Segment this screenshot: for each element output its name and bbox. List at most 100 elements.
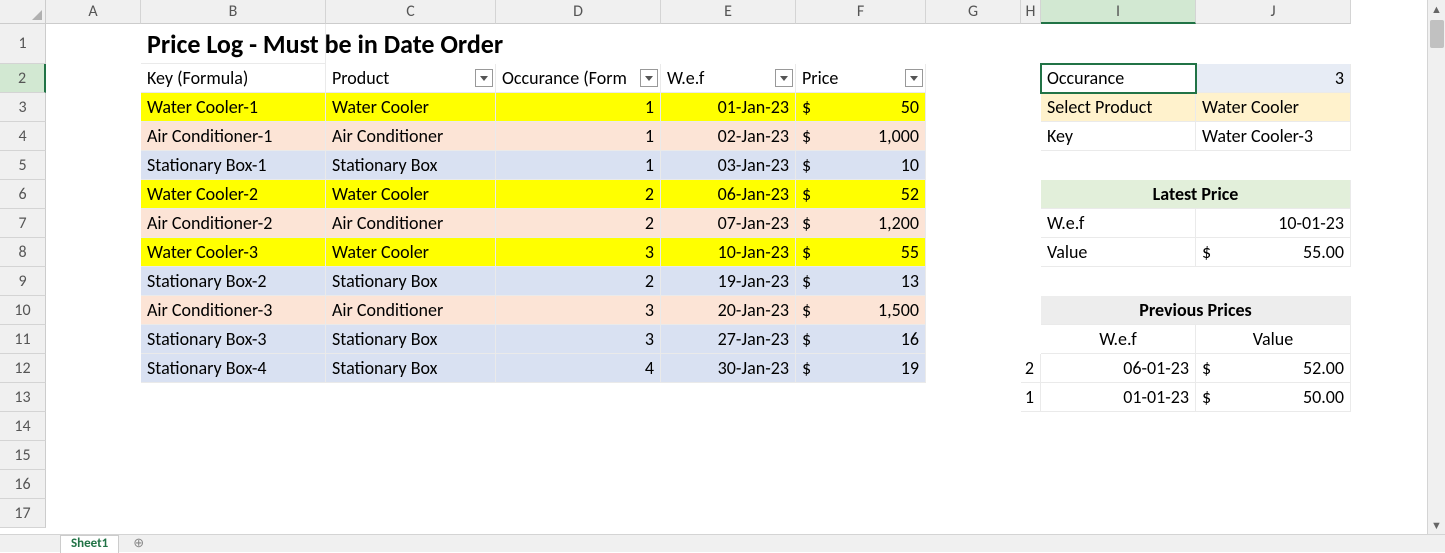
cell-product[interactable]: Stationary Box [326, 151, 496, 180]
prev-index[interactable]: 1 [1021, 383, 1041, 412]
row-header-16[interactable]: 16 [0, 470, 46, 499]
prev-value[interactable]: $50.00 [1196, 383, 1351, 412]
cell-key[interactable]: Water Cooler-1 [141, 93, 326, 122]
cell-key[interactable]: Water Cooler-3 [141, 238, 326, 267]
cell-product[interactable]: Air Conditioner [326, 296, 496, 325]
column-header-E[interactable]: E [661, 0, 796, 24]
cell-occurance[interactable]: 4 [496, 354, 661, 383]
row-header-6[interactable]: 6 [0, 180, 46, 209]
row-header-8[interactable]: 8 [0, 238, 46, 267]
cell-price[interactable]: $55 [796, 238, 926, 267]
cell-wef[interactable]: 27-Jan-23 [661, 325, 796, 354]
row-header-11[interactable]: 11 [0, 325, 46, 354]
cell-wef[interactable]: 06-Jan-23 [661, 180, 796, 209]
latest-wef-value[interactable]: 10-01-23 [1196, 209, 1351, 238]
cell-product[interactable]: Water Cooler [326, 180, 496, 209]
cell-price[interactable]: $50 [796, 93, 926, 122]
cell-key[interactable]: Air Conditioner-3 [141, 296, 326, 325]
cell-product[interactable]: Water Cooler [326, 238, 496, 267]
filter-wef-icon[interactable] [775, 69, 793, 87]
cell-price[interactable]: $13 [796, 267, 926, 296]
add-sheet-icon[interactable]: ⊕ [129, 536, 148, 551]
cell-occurance[interactable]: 3 [496, 296, 661, 325]
row-header-10[interactable]: 10 [0, 296, 46, 325]
row-header-1[interactable]: 1 [0, 24, 46, 64]
side-select-product-value[interactable]: Water Cooler [1196, 93, 1351, 122]
sheet-tab[interactable]: Sheet1 [60, 535, 119, 553]
side-occurance-value[interactable]: 3 [1196, 64, 1351, 93]
cell-occurance[interactable]: 1 [496, 122, 661, 151]
scroll-up-icon[interactable]: ▲ [1428, 0, 1445, 18]
prev-wef[interactable]: 06-01-23 [1041, 354, 1196, 383]
cell-price[interactable]: $16 [796, 325, 926, 354]
cell-wef[interactable]: 20-Jan-23 [661, 296, 796, 325]
row-header-12[interactable]: 12 [0, 354, 46, 383]
column-header-A[interactable]: A [46, 0, 141, 24]
cell-key[interactable]: Air Conditioner-2 [141, 209, 326, 238]
cell-product[interactable]: Stationary Box [326, 267, 496, 296]
row-header-13[interactable]: 13 [0, 383, 46, 412]
cell-key[interactable]: Stationary Box-4 [141, 354, 326, 383]
column-header-G[interactable]: G [926, 0, 1021, 24]
cell-key[interactable]: Water Cooler-2 [141, 180, 326, 209]
cell-occurance[interactable]: 3 [496, 325, 661, 354]
prev-value[interactable]: $52.00 [1196, 354, 1351, 383]
row-header-15[interactable]: 15 [0, 441, 46, 470]
row-header-17[interactable]: 17 [0, 499, 46, 528]
row-header-2[interactable]: 2 [0, 64, 46, 93]
prev-index[interactable]: 2 [1021, 354, 1041, 383]
cell-product[interactable]: Air Conditioner [326, 209, 496, 238]
row-header-9[interactable]: 9 [0, 267, 46, 296]
column-header-J[interactable]: J [1196, 0, 1351, 24]
row-header-5[interactable]: 5 [0, 151, 46, 180]
row-header-3[interactable]: 3 [0, 93, 46, 122]
scroll-thumb[interactable] [1430, 20, 1444, 48]
cell-wef[interactable]: 19-Jan-23 [661, 267, 796, 296]
column-header-H[interactable]: H [1021, 0, 1041, 24]
cell-price[interactable]: $1,500 [796, 296, 926, 325]
cell-key[interactable]: Stationary Box-2 [141, 267, 326, 296]
cell-wef[interactable]: 10-Jan-23 [661, 238, 796, 267]
cell-wef[interactable]: 30-Jan-23 [661, 354, 796, 383]
row-header-7[interactable]: 7 [0, 209, 46, 238]
cell-occurance[interactable]: 3 [496, 238, 661, 267]
latest-value[interactable]: $55.00 [1196, 238, 1351, 267]
column-header-C[interactable]: C [326, 0, 496, 24]
cell-product[interactable]: Stationary Box [326, 325, 496, 354]
cell-price[interactable]: $10 [796, 151, 926, 180]
vertical-scrollbar[interactable]: ▲▼ [1427, 0, 1445, 534]
column-header-I[interactable]: I [1041, 0, 1196, 24]
cell-product[interactable]: Stationary Box [326, 354, 496, 383]
cell-occurance[interactable]: 2 [496, 209, 661, 238]
filter-occurance-icon[interactable] [640, 69, 658, 87]
cell-occurance[interactable]: 1 [496, 151, 661, 180]
cell-occurance[interactable]: 2 [496, 180, 661, 209]
column-header-D[interactable]: D [496, 0, 661, 24]
cell-price[interactable]: $1,000 [796, 122, 926, 151]
row-header-14[interactable]: 14 [0, 412, 46, 441]
cell-price[interactable]: $19 [796, 354, 926, 383]
cell-wef[interactable]: 01-Jan-23 [661, 93, 796, 122]
cell-occurance[interactable]: 1 [496, 93, 661, 122]
cell-price[interactable]: $52 [796, 180, 926, 209]
cell-occurance[interactable]: 2 [496, 267, 661, 296]
row-header-4[interactable]: 4 [0, 122, 46, 151]
cell-key[interactable]: Stationary Box-3 [141, 325, 326, 354]
cell-wef[interactable]: 03-Jan-23 [661, 151, 796, 180]
side-occurance-label[interactable]: Occurance [1041, 64, 1196, 93]
filter-price-icon[interactable] [905, 69, 923, 87]
cell-key[interactable]: Air Conditioner-1 [141, 122, 326, 151]
cell-wef[interactable]: 07-Jan-23 [661, 209, 796, 238]
select-all-corner[interactable] [0, 0, 46, 24]
prev-wef[interactable]: 01-01-23 [1041, 383, 1196, 412]
scroll-down-icon[interactable]: ▼ [1428, 516, 1445, 534]
cell-product[interactable]: Air Conditioner [326, 122, 496, 151]
cell-key[interactable]: Stationary Box-1 [141, 151, 326, 180]
cell-product[interactable]: Water Cooler [326, 93, 496, 122]
cell-price[interactable]: $1,200 [796, 209, 926, 238]
side-key-value[interactable]: Water Cooler-3 [1196, 122, 1351, 151]
cell-wef[interactable]: 02-Jan-23 [661, 122, 796, 151]
filter-product-icon[interactable] [475, 69, 493, 87]
column-header-F[interactable]: F [796, 0, 926, 24]
column-header-B[interactable]: B [141, 0, 326, 24]
